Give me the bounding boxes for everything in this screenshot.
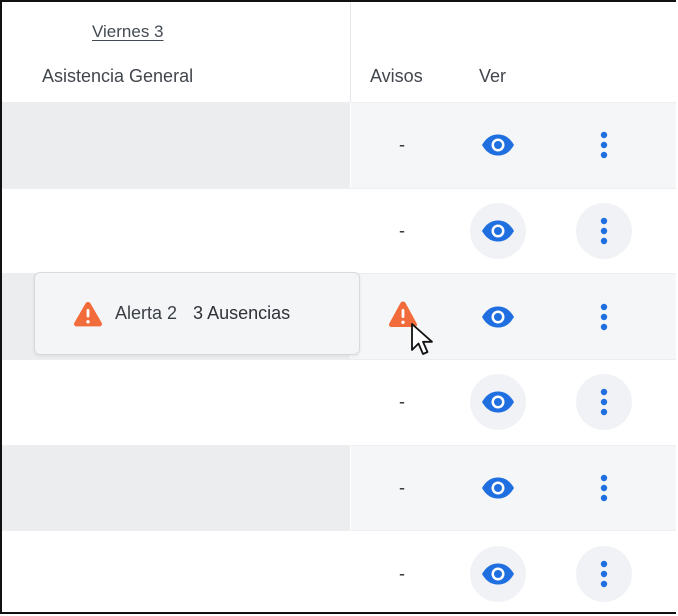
table-row: - xyxy=(2,187,676,274)
view-button[interactable] xyxy=(470,289,526,345)
eye-icon xyxy=(482,134,514,156)
mouse-pointer-icon xyxy=(411,323,433,355)
view-button[interactable] xyxy=(470,117,526,173)
more-options-button[interactable] xyxy=(576,545,632,602)
column-header-general: Asistencia General xyxy=(42,66,194,86)
warning-triangle-icon xyxy=(74,301,102,326)
more-vertical-icon xyxy=(600,474,608,502)
alert-tooltip: Alerta 2 3 Ausencias xyxy=(34,272,360,355)
general-cell xyxy=(2,188,350,274)
eye-icon xyxy=(482,220,514,242)
column-divider xyxy=(350,2,351,102)
view-button[interactable] xyxy=(470,460,526,516)
day-link[interactable]: Viernes 3 xyxy=(92,22,164,42)
eye-icon xyxy=(482,563,514,585)
view-button[interactable] xyxy=(470,374,526,431)
more-options-button[interactable] xyxy=(576,203,632,260)
eye-icon xyxy=(482,306,514,328)
more-options-button[interactable] xyxy=(576,117,632,173)
more-options-button[interactable] xyxy=(576,289,632,345)
general-cell xyxy=(2,531,350,612)
table-row: - xyxy=(2,444,676,531)
view-button[interactable] xyxy=(470,203,526,260)
more-vertical-icon xyxy=(600,217,608,245)
general-cell xyxy=(2,103,350,188)
table-row: - xyxy=(2,530,676,612)
table-row: - xyxy=(2,102,676,188)
aviso-value: - xyxy=(399,477,405,498)
more-vertical-icon xyxy=(600,389,608,416)
general-cell xyxy=(2,360,350,445)
aviso-value: - xyxy=(399,563,405,584)
more-options-button[interactable] xyxy=(576,460,632,516)
more-vertical-icon xyxy=(600,303,608,330)
aviso-value: - xyxy=(399,220,405,241)
general-cell xyxy=(2,445,350,531)
more-vertical-icon xyxy=(600,132,608,159)
eye-icon xyxy=(482,391,514,413)
column-header-avisos: Avisos xyxy=(370,66,423,86)
aviso-value: - xyxy=(399,134,405,155)
more-vertical-icon xyxy=(600,560,608,587)
table-body: - - - - - xyxy=(2,102,676,612)
absences-label: 3 Ausencias xyxy=(193,303,291,323)
attendance-table: Viernes 3 Asistencia General Avisos Ver … xyxy=(0,0,676,614)
view-button[interactable] xyxy=(470,545,526,602)
alert-level-label: Alerta 2 xyxy=(115,303,178,323)
aviso-value: - xyxy=(399,391,405,412)
more-options-button[interactable] xyxy=(576,374,632,431)
column-header-ver: Ver xyxy=(479,66,507,86)
table-row: - xyxy=(2,359,676,445)
eye-icon xyxy=(482,477,514,499)
